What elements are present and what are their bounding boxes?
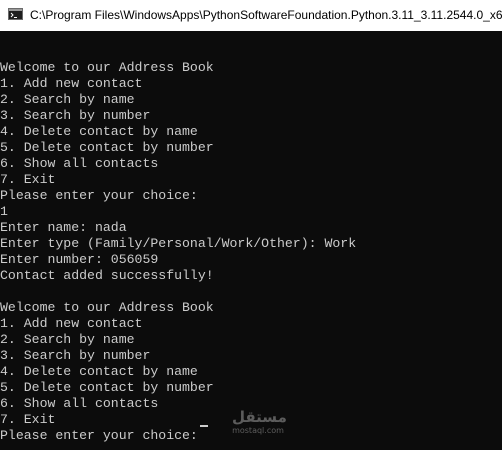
text-cursor [200,425,208,427]
console-line: Welcome to our Address Book [0,300,214,315]
console-line: 4. Delete contact by name [0,364,198,379]
console-line: Please enter your choice: [0,188,198,203]
console-line: 6. Show all contacts [0,156,159,171]
console-line: Enter number: 056059 [0,252,159,267]
console-line: 1. Add new contact [0,316,143,331]
console-line: 3. Search by number [0,108,151,123]
console-line: 2. Search by name [0,332,135,347]
console-line: Contact added successfully! [0,268,214,283]
console-line: 2. Search by name [0,92,135,107]
console-line: Welcome to our Address Book [0,60,214,75]
console-line: 4. Delete contact by name [0,124,198,139]
title-bar[interactable]: C:\Program Files\WindowsApps\PythonSoftw… [0,0,502,31]
window-title: C:\Program Files\WindowsApps\PythonSoftw… [30,8,502,22]
watermark-url: mostaql.com [232,426,284,435]
console-line: 5. Delete contact by number [0,140,214,155]
console-line: 3. Search by number [0,348,151,363]
terminal-icon [8,8,23,20]
console-line: 5. Delete contact by number [0,380,214,395]
console-line: 7. Exit [0,172,56,187]
console-line: 1 [0,204,8,219]
watermark-main-text: مستقل [232,408,287,426]
console-output[interactable]: Welcome to our Address Book 1. Add new co… [0,44,502,444]
console-line: 1. Add new contact [0,76,143,91]
console-line: Enter type (Family/Personal/Work/Other):… [0,236,357,251]
watermark-logo: مستقل mostaql.com [232,408,287,440]
console-line: Enter name: nada [0,220,127,235]
console-window: C:\Program Files\WindowsApps\PythonSoftw… [0,0,502,450]
